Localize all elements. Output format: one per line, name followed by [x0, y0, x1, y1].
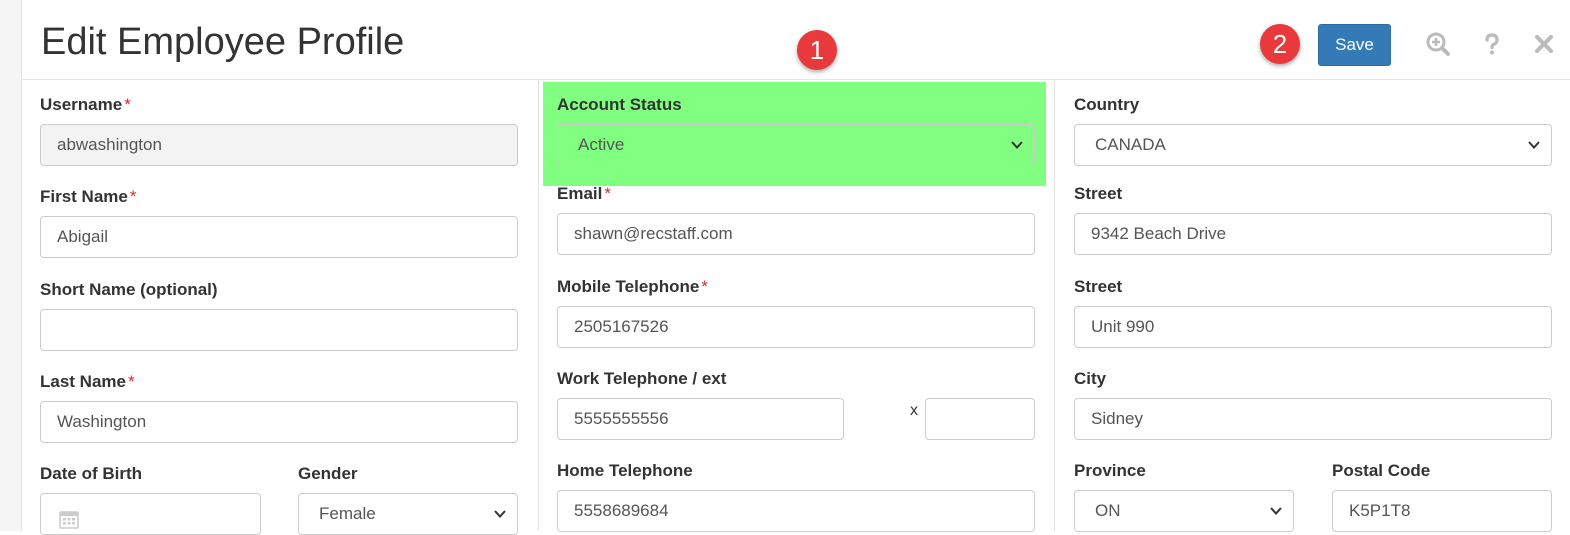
step-badge-1: 1 — [797, 30, 837, 70]
first-name-label: First Name * — [40, 187, 137, 206]
street-1-field[interactable]: 9342 Beach Drive — [1074, 213, 1552, 255]
username-field: abwashington — [40, 124, 518, 166]
account-status-label: Account Status — [557, 95, 682, 114]
column-divider-2 — [1054, 80, 1055, 531]
last-name-label: Last Name * — [40, 372, 135, 391]
first-name-field[interactable]: Abigail — [40, 216, 518, 258]
gender-select[interactable]: Female — [298, 493, 518, 535]
postal-code-label: Postal Code — [1332, 461, 1431, 480]
work-telephone-field[interactable]: 5555555556 — [557, 398, 844, 440]
chevron-down-icon — [494, 510, 506, 518]
postal-code-field[interactable]: K5P1T8 — [1332, 490, 1552, 532]
chevron-down-icon — [1270, 507, 1282, 515]
left-edge-strip — [0, 0, 22, 531]
page-title: Edit Employee Profile — [41, 21, 405, 63]
zoom-in-icon[interactable] — [1424, 30, 1452, 58]
step-badge-2: 2 — [1260, 24, 1300, 64]
column-divider-1 — [538, 80, 539, 531]
city-field[interactable]: Sidney — [1074, 398, 1552, 440]
date-of-birth-label: Date of Birth — [40, 464, 142, 483]
account-status-select[interactable]: Active — [557, 124, 1035, 166]
last-name-field[interactable]: Washington — [40, 401, 518, 443]
email-field[interactable]: shawn@recstaff.com — [557, 213, 1035, 255]
short-name-label: Short Name (optional) — [40, 280, 218, 299]
work-telephone-label: Work Telephone / ext — [557, 369, 727, 388]
username-label: Username * — [40, 95, 131, 114]
close-icon[interactable] — [1530, 30, 1558, 58]
home-telephone-label: Home Telephone — [557, 461, 693, 480]
province-label: Province — [1074, 461, 1146, 480]
street-2-label: Street — [1074, 277, 1123, 296]
street-2-field[interactable]: Unit 990 — [1074, 306, 1552, 348]
chevron-down-icon — [1011, 141, 1023, 149]
account-status-value: Active — [578, 135, 625, 154]
country-select[interactable]: CANADA — [1074, 124, 1552, 166]
work-extension-field[interactable] — [925, 398, 1035, 440]
help-icon[interactable] — [1478, 30, 1506, 58]
gender-value: Female — [319, 504, 376, 523]
mobile-telephone-field[interactable]: 2505167526 — [557, 306, 1035, 348]
extension-separator: x — [910, 402, 918, 419]
country-label: Country — [1074, 95, 1140, 114]
province-select[interactable]: ON — [1074, 490, 1294, 532]
chevron-down-icon — [1528, 141, 1540, 149]
date-of-birth-field[interactable] — [40, 493, 261, 535]
save-button[interactable]: Save — [1318, 24, 1391, 66]
email-label: Email * — [557, 184, 611, 203]
country-value: CANADA — [1095, 135, 1166, 154]
home-telephone-field[interactable]: 5558689684 — [557, 490, 1035, 532]
gender-label: Gender — [298, 464, 358, 483]
city-label: City — [1074, 369, 1107, 388]
province-value: ON — [1095, 501, 1121, 520]
mobile-telephone-label: Mobile Telephone * — [557, 277, 708, 296]
calendar-icon[interactable] — [59, 504, 79, 529]
street-1-label: Street — [1074, 184, 1123, 203]
short-name-field[interactable] — [40, 309, 518, 351]
